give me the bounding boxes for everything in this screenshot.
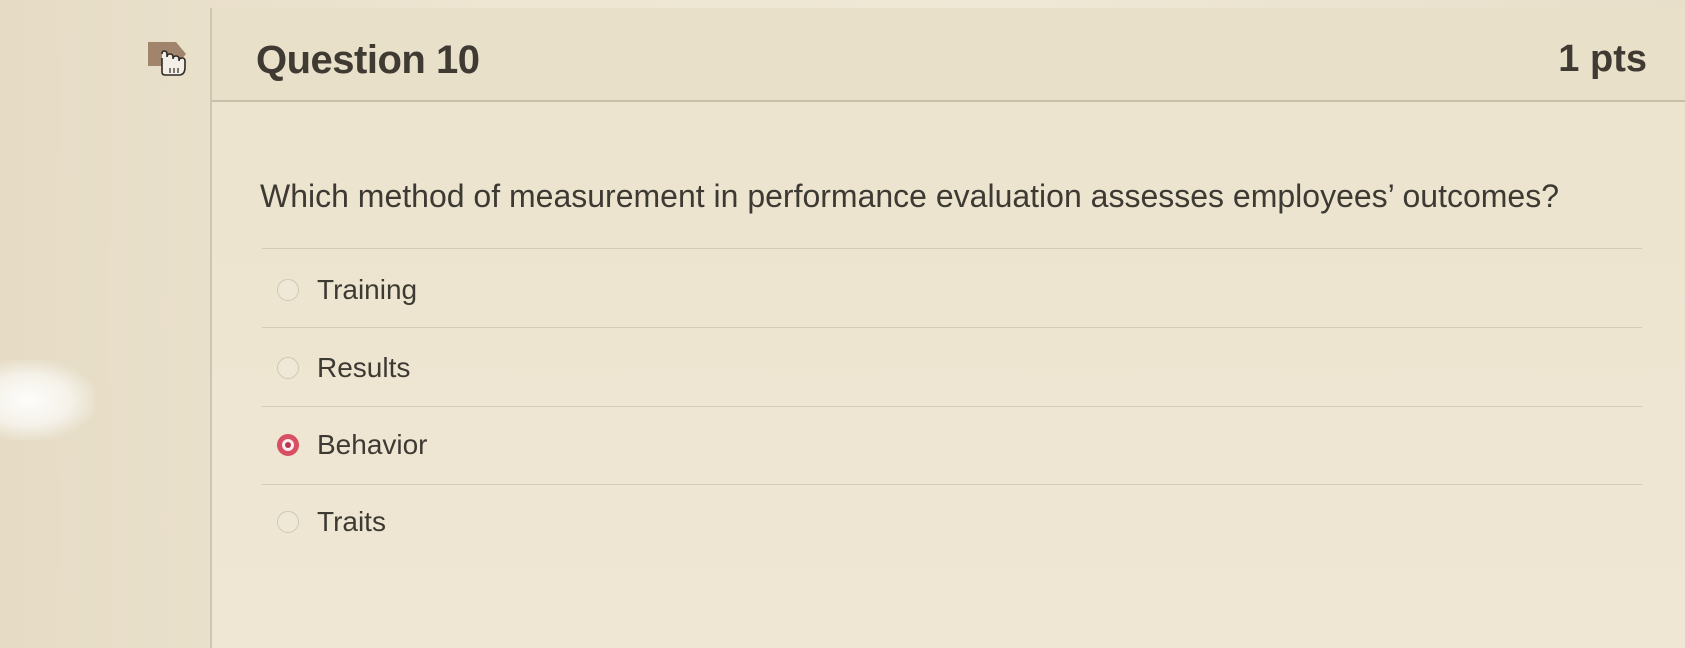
question-points: 1 pts xyxy=(1558,38,1647,80)
answer-label: Behavior xyxy=(317,429,428,460)
answer-option-results[interactable]: Results xyxy=(277,346,410,390)
answer-option-training[interactable]: Training xyxy=(277,268,417,312)
answer-label: Training xyxy=(317,274,418,305)
answer-divider xyxy=(262,248,1642,249)
screen-glare xyxy=(0,360,95,440)
radio-button[interactable] xyxy=(277,357,299,379)
radio-button[interactable] xyxy=(277,511,299,533)
flag-bookmark-icon[interactable] xyxy=(146,40,196,94)
answer-option-behavior[interactable]: Behavior xyxy=(277,423,428,467)
answer-divider xyxy=(262,406,1642,407)
question-card: Question 10 1 pts Which method of measur… xyxy=(210,8,1685,648)
question-title: Question 10 xyxy=(256,38,480,82)
answer-label: Results xyxy=(317,352,411,383)
question-header: Question 10 1 pts xyxy=(212,8,1685,102)
answer-divider xyxy=(262,327,1642,328)
answer-option-traits[interactable]: Traits xyxy=(277,500,386,544)
answer-divider xyxy=(262,484,1642,485)
question-text: Which method of measurement in performan… xyxy=(260,178,1560,214)
radio-button-selected[interactable] xyxy=(277,434,299,456)
answer-label: Traits xyxy=(317,506,386,537)
radio-button[interactable] xyxy=(277,279,299,301)
